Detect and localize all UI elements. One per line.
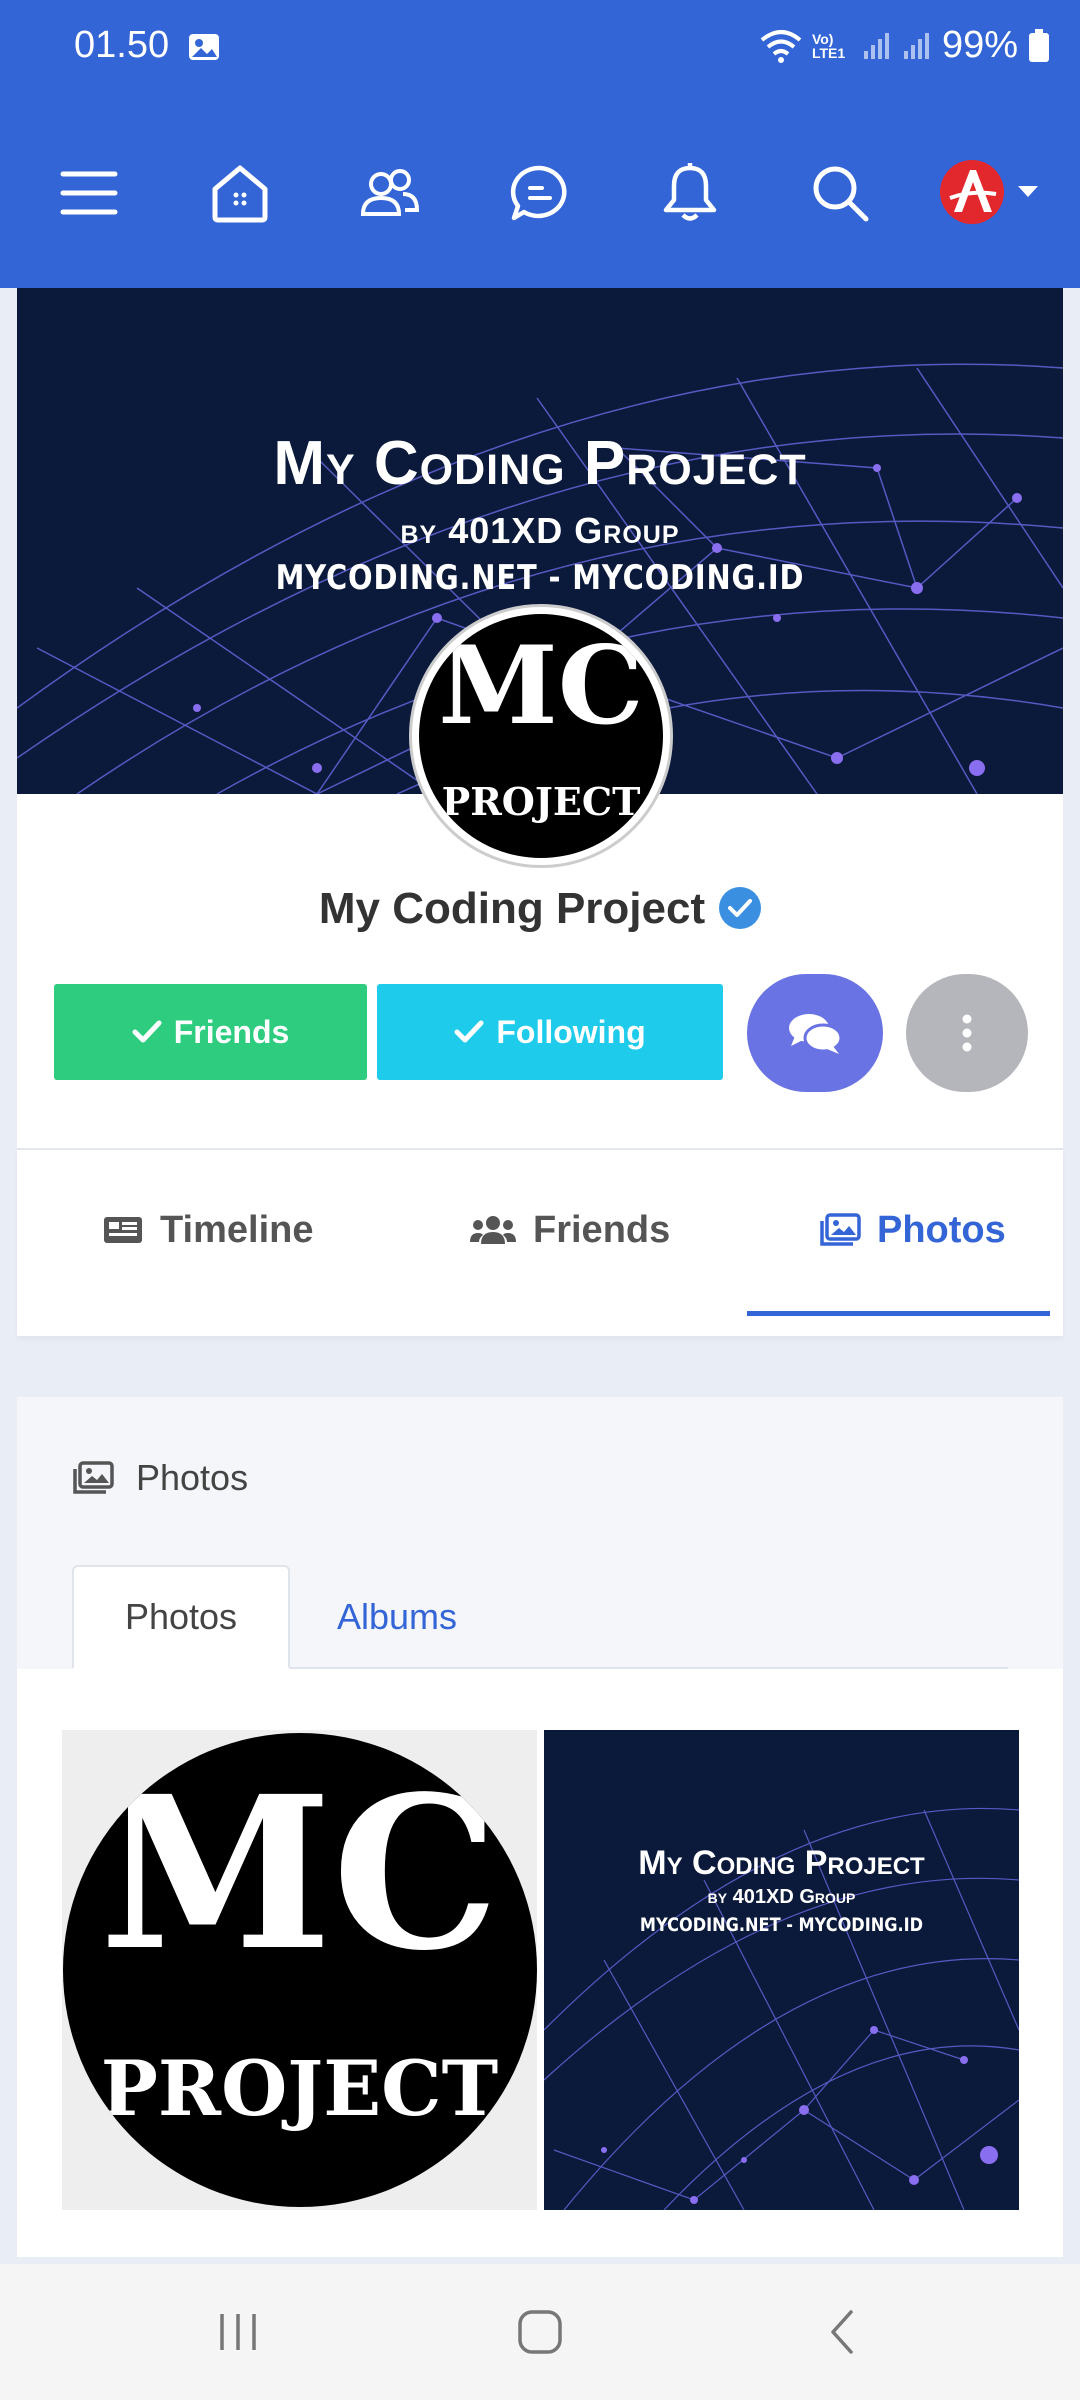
more-options-button[interactable] — [906, 974, 1028, 1092]
logo-main-text: MC — [99, 1750, 500, 1997]
check-icon — [132, 1020, 162, 1043]
battery-percent: 99% — [941, 24, 1018, 66]
profile-name: My Coding Project — [17, 884, 1063, 934]
cover-subtitle: by 401XD Group — [400, 510, 680, 551]
newspaper-icon — [104, 1217, 142, 1243]
verified-badge-icon — [719, 887, 762, 929]
users-icon — [470, 1216, 516, 1244]
status-time: 01.50 — [74, 24, 170, 66]
user-avatar[interactable] — [940, 160, 1004, 224]
images-icon — [73, 1461, 114, 1494]
network-globe-graphic — [544, 1807, 1019, 2210]
profile-picture[interactable]: MC PROJECT — [409, 604, 673, 868]
logo-sub-text: PROJECT — [100, 2044, 499, 2133]
search-icon[interactable] — [785, 138, 895, 248]
bell-icon[interactable] — [635, 138, 745, 248]
message-button[interactable] — [747, 974, 883, 1092]
photo-thumbnail[interactable]: My Coding Project by 401XD Group MYCODIN… — [544, 1730, 1019, 2210]
system-nav-bar — [0, 2264, 1080, 2400]
image-notification-icon — [189, 34, 219, 60]
wifi-icon — [760, 29, 802, 63]
status-bar: 01.50 Vo) LTE1 99% — [0, 0, 1080, 95]
main-nav — [0, 138, 1080, 248]
cover-urls: MYCODING.NET - MYCODING.ID — [275, 558, 805, 598]
logo-main-text: MC — [438, 623, 644, 749]
photos-heading-text: Photos — [136, 1457, 249, 1498]
cover-urls: MYCODING.NET - MYCODING.ID — [639, 1914, 924, 1936]
tab-friends[interactable]: Friends — [469, 1150, 670, 1310]
active-tab-indicator — [747, 1311, 1050, 1316]
following-button-label: Following — [496, 1013, 646, 1050]
chat-icon[interactable] — [485, 138, 595, 248]
tab-photos-label: Photos — [877, 1208, 1006, 1251]
back-icon[interactable] — [802, 2302, 882, 2362]
mc-project-logo: MC PROJECT — [62, 1733, 537, 2207]
friends-button-label: Friends — [173, 1013, 290, 1050]
subtab-albums[interactable]: Albums — [317, 1565, 477, 1669]
cover-title: My Coding Project — [638, 1844, 925, 1882]
tab-timeline-label: Timeline — [160, 1208, 314, 1251]
more-vertical-icon — [962, 1014, 972, 1052]
following-button[interactable]: Following — [377, 984, 723, 1080]
logo-sub-text: PROJECT — [441, 779, 641, 824]
signal-icon-2 — [903, 32, 929, 59]
mc-project-logo: MC PROJECT — [419, 614, 663, 858]
status-right: Vo) LTE1 99% — [760, 24, 1050, 67]
users-icon[interactable] — [335, 138, 445, 248]
account-dropdown-icon[interactable] — [1018, 186, 1038, 197]
signal-icon — [863, 32, 889, 59]
tab-photos[interactable]: Photos — [819, 1150, 1006, 1310]
subtab-photos[interactable]: Photos — [72, 1565, 290, 1669]
photo-thumbnail[interactable]: MC PROJECT — [62, 1730, 537, 2210]
top-bar: 01.50 Vo) LTE1 99% — [0, 0, 1080, 288]
friends-button[interactable]: Friends — [54, 984, 367, 1080]
menu-icon[interactable] — [34, 138, 144, 248]
cover-title: My Coding Project — [273, 429, 807, 498]
check-icon — [454, 1020, 484, 1043]
comments-icon — [789, 1014, 843, 1054]
network-type-label: Vo) LTE1 — [811, 30, 846, 61]
photos-heading: Photos — [72, 1457, 248, 1499]
tab-timeline[interactable]: Timeline — [102, 1150, 313, 1310]
profile-card: My Coding Project by 401XD Group MYCODIN… — [17, 288, 1063, 1148]
home-icon[interactable] — [185, 138, 295, 248]
images-icon — [820, 1213, 861, 1246]
recent-apps-icon[interactable] — [198, 2302, 278, 2362]
profile-tabs: Timeline Friends Photos — [17, 1148, 1063, 1336]
home-nav-icon[interactable] — [500, 2302, 580, 2362]
profile-name-text: My Coding Project — [318, 884, 706, 933]
battery-icon — [1029, 28, 1049, 62]
tab-friends-label: Friends — [533, 1208, 671, 1251]
cover-subtitle: by 401XD Group — [707, 1886, 856, 1908]
